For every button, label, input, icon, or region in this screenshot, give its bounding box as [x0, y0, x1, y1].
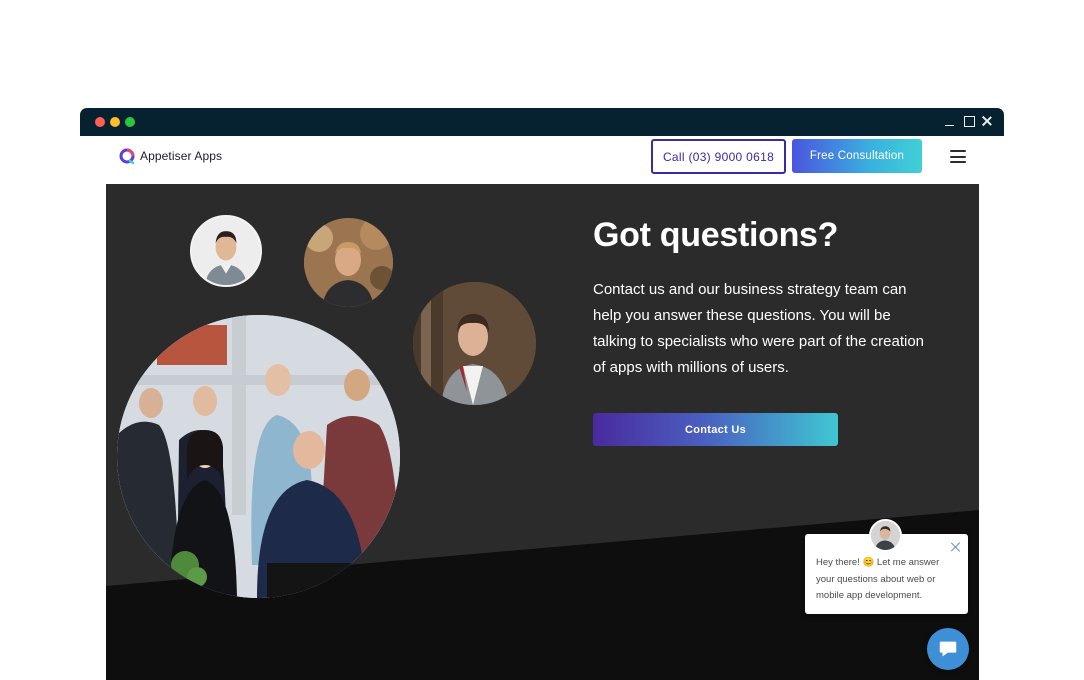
chat-agent-avatar	[869, 519, 902, 552]
team-group-photo	[117, 315, 400, 598]
browser-title-bar	[80, 108, 1004, 136]
call-button[interactable]: Call (03) 9000 0618	[651, 139, 786, 174]
maximize-icon[interactable]	[963, 115, 975, 127]
close-icon[interactable]	[981, 115, 993, 127]
close-icon[interactable]	[951, 542, 961, 552]
hamburger-menu-icon[interactable]	[950, 150, 966, 163]
window-close-dot[interactable]	[95, 117, 105, 127]
team-member-photo	[304, 218, 393, 307]
team-member-photo	[190, 215, 262, 287]
screenshot-stage: Appetiser Apps Call (03) 9000 0618 Free …	[0, 0, 1084, 680]
team-member-photo	[413, 282, 536, 405]
minimize-icon[interactable]	[944, 115, 956, 127]
brand-name: Appetiser Apps	[140, 149, 223, 163]
chat-bubble-icon[interactable]	[927, 628, 969, 670]
contact-us-button[interactable]: Contact Us	[593, 413, 838, 446]
window-zoom-dot[interactable]	[125, 117, 135, 127]
free-consultation-button[interactable]: Free Consultation	[792, 139, 922, 173]
site-header: Appetiser Apps Call (03) 9000 0618 Free …	[106, 136, 979, 184]
hero-title: Got questions?	[593, 216, 839, 254]
window-minimize-dot[interactable]	[110, 117, 120, 127]
hero-body-text: Contact us and our business strategy tea…	[593, 281, 925, 376]
chat-message: Hey there! 😊 Let me answer your question…	[816, 557, 940, 601]
brand-logo[interactable]: Appetiser Apps	[119, 148, 222, 164]
appetiser-logo-icon	[119, 148, 135, 164]
